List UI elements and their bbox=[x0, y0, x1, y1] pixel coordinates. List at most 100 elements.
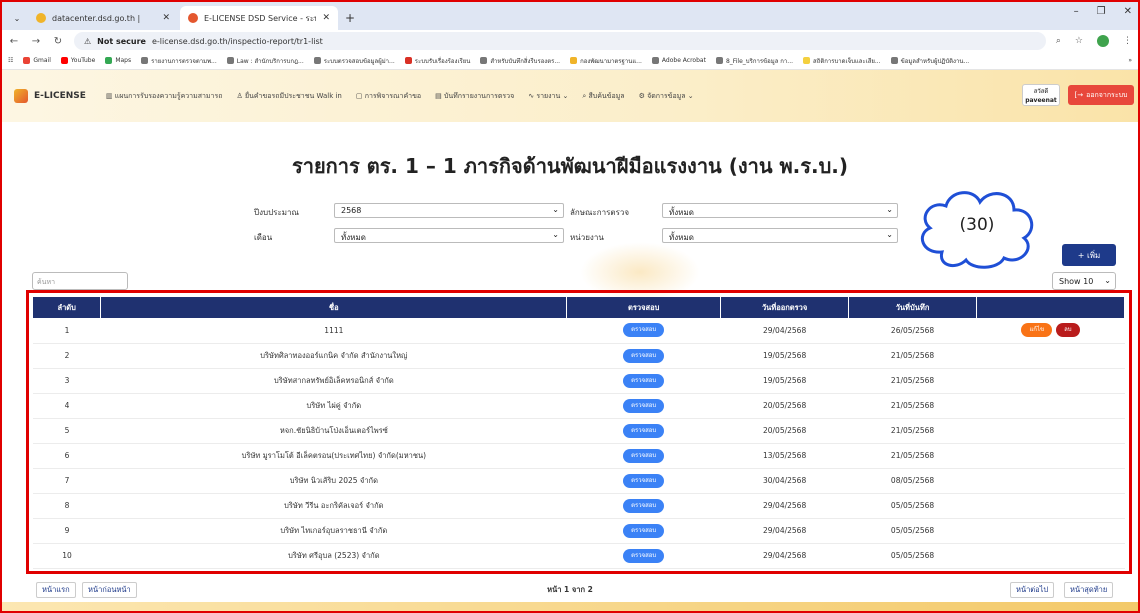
window-controls: – ❐ ✕ bbox=[1074, 6, 1132, 17]
row-number: 5 bbox=[33, 418, 101, 444]
menu-item-walkin[interactable]: ♙ ยื่นคำขอรถมีประชาชน Walk in bbox=[236, 91, 341, 102]
menu-item-reports[interactable]: ∿ รายงาน ⌄ bbox=[528, 91, 568, 102]
bookmark-item[interactable]: กองพัฒนามาตรฐานแ... bbox=[570, 56, 642, 66]
tab-title: datacenter.dsd.go.th | bbox=[52, 13, 141, 23]
row-number: 10 bbox=[33, 543, 101, 569]
row-number: 2 bbox=[33, 343, 101, 369]
reload-icon[interactable]: ↻ bbox=[52, 36, 64, 47]
tab-search-icon[interactable]: ⌄ bbox=[6, 6, 28, 30]
year-select[interactable]: 2568 ⌄ bbox=[334, 203, 564, 218]
row-check-cell: ตรวจสอบ bbox=[566, 443, 721, 469]
user-greeting: สวัสดี bbox=[1033, 88, 1049, 95]
check-button[interactable]: ตรวจสอบ bbox=[623, 398, 665, 413]
year-label: ปีงบประมาณ bbox=[254, 208, 299, 217]
zoom-icon[interactable]: ⌕ bbox=[1056, 36, 1061, 46]
search-input[interactable]: ค้นหา bbox=[32, 272, 128, 290]
check-button[interactable]: ตรวจสอบ bbox=[623, 373, 665, 388]
check-button[interactable]: ตรวจสอบ bbox=[623, 348, 665, 363]
browser-tab-datacenter[interactable]: datacenter.dsd.go.th | ✕ bbox=[28, 6, 178, 30]
close-window-icon[interactable]: ✕ bbox=[1124, 6, 1132, 17]
chevron-down-icon: ⌄ bbox=[552, 205, 559, 214]
bookmark-star-icon[interactable]: ☆ bbox=[1075, 36, 1083, 46]
close-tab-icon[interactable]: ✕ bbox=[162, 13, 170, 23]
table-row: 1 1111 ตรวจสอบ 29/04/2568 26/05/2568 แก้ไข ลบ bbox=[33, 318, 1125, 344]
row-inspect-date: 13/05/2568 bbox=[720, 443, 849, 469]
annotation-label: (30) bbox=[959, 215, 995, 235]
bookmark-item[interactable]: Maps bbox=[105, 57, 131, 64]
menu-item-plan[interactable]: ▥ แผนการรับรองความรู้ความสามารถ bbox=[106, 91, 223, 102]
bookmark-item[interactable]: YouTube bbox=[60, 57, 95, 64]
favicon-icon bbox=[188, 13, 198, 23]
annotation-cloud: (30) bbox=[912, 182, 1042, 272]
browser-tab-elicense[interactable]: E-LICENSE DSD Service - ระบบกำ ✕ bbox=[180, 6, 338, 30]
bookmark-item[interactable]: ข้อมูลสำหรับผู้ปฏิบัติงาน... bbox=[890, 56, 969, 66]
page-size-select[interactable]: Show 10 ⌄ bbox=[1052, 272, 1116, 290]
bookmark-item[interactable]: ระบบตรวจสอบข้อมูลผู้ม่า... bbox=[313, 56, 395, 66]
check-button[interactable]: ตรวจสอบ bbox=[623, 523, 665, 538]
row-inspect-date: 20/05/2568 bbox=[720, 393, 849, 419]
security-label: Not secure bbox=[97, 36, 146, 46]
table-row: 7 บริษัท นิวเส้ริบ 2025 จำกัด ตรวจสอบ 30/04… bbox=[33, 468, 1125, 494]
bookmark-item[interactable]: 8_File_บริการข้อมูล กา... bbox=[715, 56, 793, 66]
check-button[interactable]: ตรวจสอบ bbox=[623, 448, 665, 463]
chevron-down-icon: ⌄ bbox=[886, 205, 893, 214]
app-logo[interactable]: E-LICENSE bbox=[14, 89, 86, 103]
restore-icon[interactable]: ❐ bbox=[1097, 6, 1106, 17]
unit-label: หน่วยงาน bbox=[570, 233, 604, 242]
row-check-cell: ตรวจสอบ bbox=[566, 493, 721, 519]
next-page-button[interactable]: หน้าต่อไป bbox=[1010, 582, 1055, 598]
bookmark-item[interactable]: Gmail bbox=[23, 57, 51, 64]
bookmark-item[interactable]: Law : สำนักบริการบกฎ... bbox=[226, 56, 304, 66]
bookmark-item[interactable]: สถิติการบาดเจ็บและเสีย... bbox=[803, 56, 881, 66]
row-record-date: 26/05/2568 bbox=[848, 318, 977, 344]
new-tab-button[interactable]: + bbox=[340, 6, 360, 30]
profile-avatar[interactable] bbox=[1097, 35, 1109, 47]
bookmarks-more[interactable]: » bbox=[1128, 57, 1132, 64]
edit-button[interactable]: แก้ไข bbox=[1021, 323, 1053, 338]
menu-item-report-entry[interactable]: ▤ บันทึกรายงานการตรวจ bbox=[435, 91, 514, 102]
row-name: บริษัทสากลทรัพย์อิเล็คทรอนิกส์ จำกัด bbox=[100, 368, 567, 394]
last-page-button[interactable]: หน้าสุดท้าย bbox=[1064, 582, 1114, 598]
back-icon[interactable]: ← bbox=[8, 36, 20, 47]
check-button[interactable]: ตรวจสอบ bbox=[623, 423, 665, 438]
user-box[interactable]: สวัสดี paveenat bbox=[1022, 84, 1060, 106]
not-secure-icon[interactable]: ⚠ bbox=[84, 37, 91, 46]
menu-item-review[interactable]: ▢ การพิจารณาคำขอ bbox=[356, 91, 421, 102]
check-button[interactable]: ตรวจสอบ bbox=[623, 498, 665, 513]
row-inspect-date: 19/05/2568 bbox=[720, 368, 849, 394]
apps-icon[interactable]: ☷ bbox=[8, 57, 13, 64]
row-name: บริษัท ไผ่คู่ จำกัด bbox=[100, 393, 567, 419]
bookmark-item[interactable]: รายงานการตรวจตามพ... bbox=[141, 56, 217, 66]
check-button[interactable]: ตรวจสอบ bbox=[623, 323, 665, 338]
bookmark-item[interactable]: Adobe Acrobat bbox=[651, 57, 706, 64]
month-select[interactable]: ทั้งหมด ⌄ bbox=[334, 228, 564, 243]
inspection-type-select[interactable]: ทั้งหมด ⌄ bbox=[662, 203, 898, 218]
row-check-cell: ตรวจสอบ bbox=[566, 518, 721, 544]
logout-button[interactable]: [→ ออกจากระบบ bbox=[1068, 85, 1134, 105]
logo-icon bbox=[14, 89, 28, 103]
browser-tab-bar: ⌄ datacenter.dsd.go.th | ✕ E-LICENSE DSD… bbox=[0, 0, 1140, 30]
menu-kebab-icon[interactable]: ⋮ bbox=[1123, 36, 1132, 46]
row-number: 9 bbox=[33, 518, 101, 544]
table-row: 4 บริษัท ไผ่คู่ จำกัด ตรวจสอบ 20/05/2568 21/… bbox=[33, 393, 1125, 419]
row-number: 4 bbox=[33, 393, 101, 419]
bookmark-item[interactable]: สำหรับบันทึกสิ่งรีบรองตร... bbox=[480, 56, 560, 66]
row-name: 1111 bbox=[100, 318, 567, 344]
bookmark-item[interactable]: ระบบรับเรื่องร้องเรียน bbox=[404, 56, 470, 66]
menu-item-manage[interactable]: ⚙ จัดการข้อมูล ⌄ bbox=[639, 91, 694, 102]
row-name: บริษัท ไทเกอร์อุบลราชธานี จำกัด bbox=[100, 518, 567, 544]
add-button[interactable]: + เพิ่ม bbox=[1062, 244, 1116, 266]
forward-icon[interactable]: → bbox=[30, 36, 42, 47]
menu-item-search[interactable]: ⌕ สืบค้นข้อมูล bbox=[582, 91, 624, 102]
minimize-icon[interactable]: – bbox=[1074, 6, 1079, 17]
check-button[interactable]: ตรวจสอบ bbox=[623, 548, 665, 563]
close-tab-icon[interactable]: ✕ bbox=[322, 13, 330, 23]
unit-select[interactable]: ทั้งหมด ⌄ bbox=[662, 228, 898, 243]
url-field[interactable]: ⚠ Not secure e-license.dsd.go.th/inspect… bbox=[74, 32, 1046, 50]
row-check-cell: ตรวจสอบ bbox=[566, 318, 721, 344]
delete-button[interactable]: ลบ bbox=[1056, 323, 1080, 338]
logo-text: E-LICENSE bbox=[34, 91, 86, 101]
row-name: บริษัท นิวเส้ริบ 2025 จำกัด bbox=[100, 468, 567, 494]
row-inspect-date: 29/04/2568 bbox=[720, 543, 849, 569]
check-button[interactable]: ตรวจสอบ bbox=[623, 473, 665, 488]
